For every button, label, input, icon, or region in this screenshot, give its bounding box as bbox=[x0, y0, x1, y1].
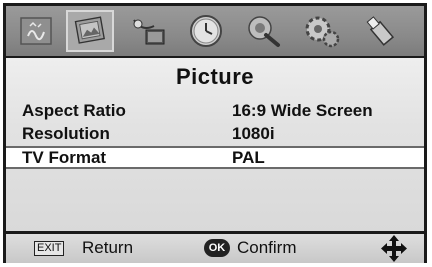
picture-settings-panel: Picture Aspect Ratio 16:9 Wide Screen Re… bbox=[6, 58, 424, 231]
tab-time[interactable] bbox=[182, 10, 230, 52]
menu-icon-bar bbox=[6, 6, 424, 56]
tab-channel[interactable] bbox=[124, 10, 172, 52]
setting-row-resolution[interactable]: Resolution 1080i bbox=[6, 123, 424, 144]
audio-icon bbox=[20, 17, 52, 45]
clock-icon bbox=[190, 15, 222, 47]
setting-value: 1080i bbox=[232, 124, 275, 143]
return-hint: Return bbox=[82, 238, 134, 257]
tab-usb[interactable] bbox=[356, 10, 404, 52]
exit-key-icon: EXIT bbox=[34, 241, 65, 256]
setting-value: 16:9 Wide Screen bbox=[232, 101, 373, 120]
confirm-hint: Confirm bbox=[237, 238, 297, 257]
setting-label: Resolution bbox=[22, 124, 110, 143]
setting-row-aspect-ratio[interactable]: Aspect Ratio 16:9 Wide Screen bbox=[6, 100, 424, 121]
usb-icon bbox=[366, 16, 395, 46]
setting-value: PAL bbox=[232, 148, 265, 167]
setting-label: Aspect Ratio bbox=[22, 101, 126, 120]
setting-label: TV Format bbox=[22, 148, 107, 167]
tab-setup[interactable] bbox=[240, 10, 288, 52]
ok-key-icon: OK bbox=[204, 239, 230, 257]
tab-picture[interactable] bbox=[66, 10, 114, 52]
osd-menu-frame: Picture Aspect Ratio 16:9 Wide Screen Re… bbox=[3, 3, 427, 263]
setup-icon bbox=[248, 16, 280, 47]
navigation-arrows-icon bbox=[381, 235, 407, 262]
picture-icon bbox=[74, 16, 105, 44]
help-bar: EXIT Return OK Confirm bbox=[6, 234, 424, 263]
setting-row-tv-format[interactable]: TV Format PAL bbox=[6, 146, 424, 169]
tab-audio[interactable] bbox=[12, 10, 60, 52]
page-title: Picture bbox=[175, 64, 255, 89]
channel-icon bbox=[133, 19, 165, 45]
tab-system[interactable] bbox=[298, 10, 346, 52]
gear-icon bbox=[305, 16, 340, 48]
